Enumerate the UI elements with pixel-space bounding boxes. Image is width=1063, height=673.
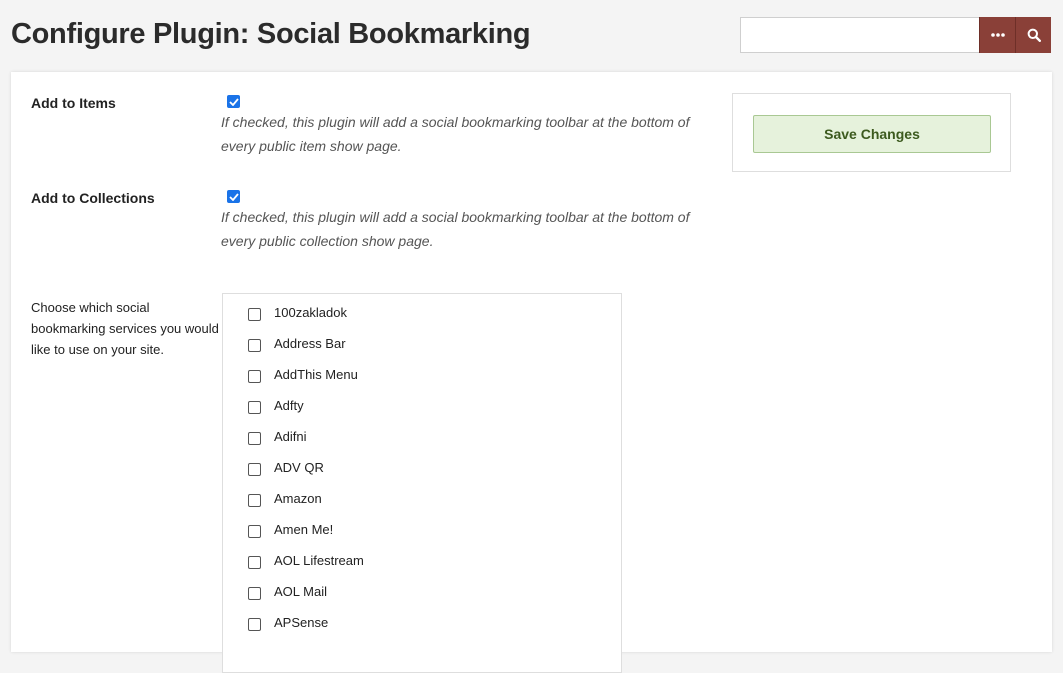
- save-changes-button[interactable]: Save Changes: [753, 115, 991, 153]
- list-item[interactable]: ADV QR: [223, 449, 621, 480]
- service-label: AddThis Menu: [274, 367, 358, 382]
- add-to-collections-explanation: If checked, this plugin will add a socia…: [221, 209, 690, 249]
- list-item[interactable]: Adifni: [223, 418, 621, 449]
- service-checkbox[interactable]: [248, 556, 261, 569]
- search-submit-button[interactable]: [1015, 17, 1051, 53]
- page-title: Configure Plugin: Social Bookmarking: [11, 18, 531, 50]
- service-checkbox[interactable]: [248, 401, 261, 414]
- search-input[interactable]: [740, 17, 979, 53]
- service-checkbox[interactable]: [248, 432, 261, 445]
- service-label: Adfty: [274, 398, 304, 413]
- service-checkbox[interactable]: [248, 339, 261, 352]
- page-header: Configure Plugin: Social Bookmarking: [0, 0, 1063, 72]
- list-item[interactable]: AOL Lifestream: [223, 542, 621, 573]
- service-label: AOL Lifestream: [274, 553, 364, 568]
- service-label: Amen Me!: [274, 522, 334, 537]
- add-to-items-checkbox[interactable]: [227, 95, 240, 108]
- services-label: Choose which social bookmarking services…: [31, 300, 219, 357]
- config-panel: Add to Items If checked, this plugin wil…: [11, 72, 1052, 673]
- service-checkbox[interactable]: [248, 618, 261, 631]
- search-icon: [1027, 28, 1041, 42]
- service-label: Adifni: [274, 429, 307, 444]
- check-icon: [228, 192, 239, 201]
- list-item[interactable]: 100zakladok: [223, 294, 621, 325]
- service-checkbox[interactable]: [248, 494, 261, 507]
- check-icon: [228, 97, 239, 106]
- add-to-collections-label: Add to Collections: [31, 190, 155, 206]
- list-item[interactable]: APSense: [223, 604, 621, 635]
- add-to-items-explanation: If checked, this plugin will add a socia…: [221, 114, 690, 154]
- service-label: 100zakladok: [274, 305, 347, 320]
- service-checkbox[interactable]: [248, 587, 261, 600]
- service-label: Amazon: [274, 491, 322, 506]
- services-list-box[interactable]: 100zakladok Address Bar AddThis Menu Adfty A…: [222, 293, 622, 673]
- save-panel: Save Changes: [732, 93, 1011, 172]
- add-to-items-label: Add to Items: [31, 95, 116, 111]
- service-checkbox[interactable]: [248, 463, 261, 476]
- list-item[interactable]: Address Bar: [223, 325, 621, 356]
- list-item[interactable]: AddThis Menu: [223, 356, 621, 387]
- service-checkbox[interactable]: [248, 308, 261, 321]
- list-item[interactable]: Amazon: [223, 480, 621, 511]
- search-form: [740, 17, 1051, 53]
- service-label: AOL Mail: [274, 584, 327, 599]
- list-item[interactable]: AOL Mail: [223, 573, 621, 604]
- service-label: APSense: [274, 615, 329, 630]
- service-checkbox[interactable]: [248, 525, 261, 538]
- service-label: ADV QR: [274, 460, 324, 475]
- ellipsis-icon: [990, 33, 1005, 37]
- search-options-button[interactable]: [979, 17, 1015, 53]
- service-checkbox[interactable]: [248, 370, 261, 383]
- service-label: Address Bar: [274, 336, 346, 351]
- list-item[interactable]: Adfty: [223, 387, 621, 418]
- list-item[interactable]: Amen Me!: [223, 511, 621, 542]
- add-to-collections-checkbox[interactable]: [227, 190, 240, 203]
- services-list: 100zakladok Address Bar AddThis Menu Adfty A…: [223, 294, 621, 635]
